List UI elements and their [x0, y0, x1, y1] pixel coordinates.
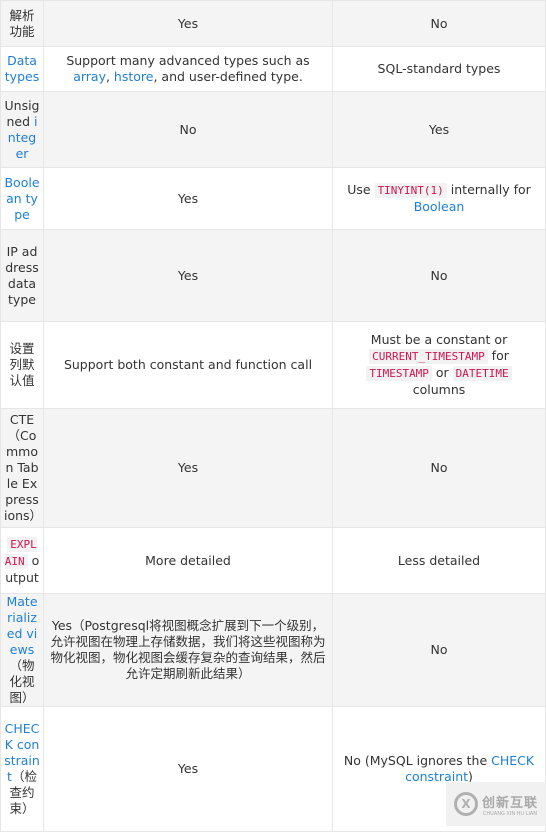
cell-text: More detailed — [145, 552, 231, 568]
cell-text: （物化视图） — [9, 658, 35, 705]
code-snippet: CURRENT_TIMESTAMP — [369, 349, 488, 364]
postgresql-cell: Yes — [43, 0, 333, 47]
cell-text: Must be a constant or — [370, 332, 508, 347]
table-row: Materialized views（物化视图） Yes（Postgresql将视… — [0, 593, 546, 707]
feature-cell: 设置列默认值 — [0, 321, 44, 409]
cell-text: Yes — [177, 267, 199, 283]
feature-cell: Materialized views（物化视图） — [0, 593, 44, 707]
cell-text: Less detailed — [397, 552, 481, 568]
watermark: X 创新互联 CHUANG XIN HU LIAN — [446, 782, 546, 826]
cell-text: Yes — [177, 460, 199, 475]
postgresql-cell: Yes — [43, 229, 333, 322]
feature-cell: CTE（Common Table Expressions） — [0, 408, 44, 528]
comparison-table: 解析功能 Yes No Data types Support many advanced… — [0, 0, 546, 832]
mysql-cell: SQL-standard types — [332, 46, 546, 92]
cell-text: SQL-standard types — [377, 61, 501, 76]
watermark-cn: 创新互联 — [481, 795, 538, 811]
postgresql-cell: Yes — [43, 167, 333, 230]
cell-text: , — [105, 69, 114, 84]
cell-text: No — [430, 15, 448, 31]
feature-cell: CHECK constraint（检查约束） — [0, 706, 44, 832]
postgresql-cell: Support many advanced types such as arra… — [43, 46, 333, 92]
cell-text: Yes — [177, 15, 199, 31]
mysql-cell: No — [332, 408, 546, 528]
postgresql-cell: No — [43, 91, 333, 168]
feature-cell: 解析功能 — [0, 0, 44, 47]
feature-cell: Unsigned integer — [0, 91, 44, 168]
table-row: Boolean type Yes Use TINYINT(1) internally… — [0, 167, 546, 230]
cell-text: for — [487, 348, 509, 363]
mysql-cell: Use TINYINT(1) internally for Boolean — [332, 167, 546, 230]
cell-text: , and user-defined type. — [153, 69, 303, 84]
cell-text: internally for — [446, 182, 531, 197]
cell-text: No (MySQL ignores the — [343, 753, 492, 768]
table-row: Data types Support many advanced types su… — [0, 46, 546, 92]
feature-cell: Boolean type — [0, 167, 44, 230]
postgresql-cell: Yes（Postgresql将视图概念扩展到下一个级别，允许视图在物理上存储数据… — [43, 593, 333, 707]
mysql-cell: No — [332, 593, 546, 707]
postgresql-cell: Yes — [43, 706, 333, 832]
link[interactable]: hstore — [114, 69, 154, 84]
cell-text: Yes（Postgresql将视图概念扩展到下一个级别，允许视图在物理上存储数据… — [50, 618, 326, 681]
code-snippet: TINYINT(1) — [374, 183, 447, 198]
link[interactable]: Boolean — [414, 199, 465, 214]
mysql-cell: No — [332, 0, 546, 47]
link[interactable]: Materialized views — [6, 594, 37, 657]
feature-cell: EXPLAIN output — [0, 527, 44, 594]
cell-text: 解析功能 — [9, 7, 35, 39]
mysql-cell: Yes — [332, 91, 546, 168]
link[interactable]: Data types — [5, 53, 39, 84]
code-snippet: TIMESTAMP — [366, 366, 432, 381]
table-row: 设置列默认值 Support both constant and function… — [0, 321, 546, 409]
cell-text: IP address data type — [5, 243, 39, 307]
cell-text: No — [430, 267, 448, 283]
mysql-cell: Less detailed — [332, 527, 546, 594]
mysql-cell: No — [332, 229, 546, 322]
cell-text: Yes — [428, 121, 450, 137]
code-snippet: DATETIME — [452, 366, 512, 381]
cell-text: （检查约束） — [9, 769, 37, 816]
table-row: CTE（Common Table Expressions） Yes No — [0, 408, 546, 528]
postgresql-cell: Yes — [43, 408, 333, 528]
cell-text: Support both constant and function call — [63, 357, 313, 372]
feature-cell: Data types — [0, 46, 44, 92]
cell-text: Yes — [177, 761, 199, 776]
link[interactable]: array — [73, 69, 106, 84]
postgresql-cell: More detailed — [43, 527, 333, 594]
table-row: EXPLAIN output More detailed Less detailed — [0, 527, 546, 594]
cell-text: or — [431, 365, 453, 380]
cell-text: Support many advanced types such as — [66, 53, 310, 68]
cell-text: Yes — [177, 190, 199, 206]
watermark-en: CHUANG XIN HU LIAN — [482, 810, 538, 817]
feature-cell: IP address data type — [0, 229, 44, 322]
cell-text: columns — [412, 382, 466, 397]
mysql-cell: Must be a constant or CURRENT_TIMESTAMP … — [332, 321, 546, 409]
cell-text: No — [179, 121, 197, 137]
link[interactable]: Boolean type — [4, 175, 39, 222]
table-row: Unsigned integer No Yes — [0, 91, 546, 168]
cell-text: Use — [347, 182, 375, 197]
brand-logo-icon: X — [453, 792, 478, 816]
cell-text: No — [430, 642, 448, 657]
cell-text: No — [430, 460, 448, 475]
table-row: 解析功能 Yes No — [0, 0, 546, 47]
cell-text: 设置列默认值 — [9, 341, 35, 388]
cell-text: CTE（Common Table Expressions） — [4, 412, 43, 523]
table-row: IP address data type Yes No — [0, 229, 546, 322]
postgresql-cell: Support both constant and function call — [43, 321, 333, 409]
